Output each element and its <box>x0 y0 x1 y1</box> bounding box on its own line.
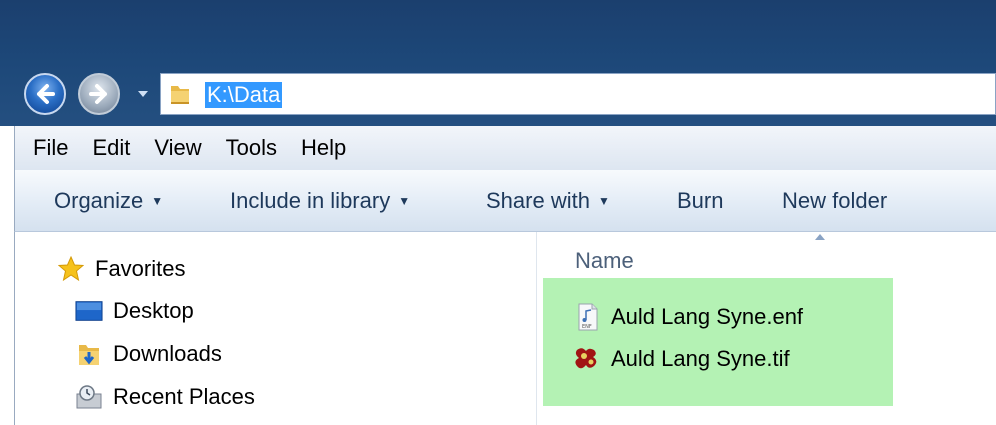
file-list: ENF Auld Lang Syne.enf Auld Lang Syne.ti… <box>543 278 893 406</box>
file-list-pane: Name ENF Auld Lang Syne.enf Auld Lang Sy… <box>537 232 996 425</box>
chevron-down-icon: ▼ <box>597 194 610 208</box>
address-path[interactable]: K:\Data <box>205 82 283 108</box>
include-in-library-label: Include in library <box>230 188 391 213</box>
nav-item-label: Downloads <box>113 341 222 366</box>
new-folder-label: New folder <box>782 188 888 213</box>
chevron-down-icon: ▼ <box>398 194 411 208</box>
burn-button[interactable]: Burn <box>677 188 723 214</box>
nav-item-recent-places[interactable]: Recent Places <box>75 384 255 410</box>
menu-view[interactable]: View <box>154 135 201 161</box>
image-file-icon <box>573 344 603 374</box>
file-item-tif[interactable]: Auld Lang Syne.tif <box>573 344 790 374</box>
menu-tools[interactable]: Tools <box>226 135 277 161</box>
new-folder-button[interactable]: New folder <box>782 188 887 214</box>
menu-edit[interactable]: Edit <box>92 135 130 161</box>
nav-item-downloads[interactable]: Downloads <box>75 341 222 367</box>
file-item-enf[interactable]: ENF Auld Lang Syne.enf <box>573 302 803 332</box>
address-bar[interactable]: K:\Data <box>160 73 996 115</box>
back-button[interactable] <box>24 73 66 115</box>
nav-item-desktop[interactable]: Desktop <box>75 298 194 324</box>
recent-places-icon <box>75 384 103 410</box>
organize-label: Organize <box>54 188 144 213</box>
window-title-bar: K:\Data <box>0 0 996 126</box>
command-bar: Organize ▼ Include in library ▼ Share wi… <box>14 170 996 232</box>
menu-help[interactable]: Help <box>301 135 346 161</box>
forward-arrow-icon <box>89 84 107 104</box>
organize-button[interactable]: Organize ▼ <box>54 188 163 214</box>
share-with-button[interactable]: Share with ▼ <box>486 188 610 214</box>
sort-ascending-icon <box>815 234 825 240</box>
menu-file[interactable]: File <box>33 135 68 161</box>
chevron-down-icon: ▼ <box>151 194 164 208</box>
share-with-label: Share with <box>486 188 590 213</box>
desktop-icon <box>75 298 103 324</box>
svg-text:ENF: ENF <box>582 324 592 330</box>
navigation-pane: Favorites Desktop Downloads Recent Place… <box>14 232 537 425</box>
nav-item-label: Desktop <box>113 298 194 323</box>
nav-item-favorites[interactable]: Favorites <box>57 256 185 282</box>
downloads-folder-icon <box>75 341 103 367</box>
include-in-library-button[interactable]: Include in library ▼ <box>230 188 410 214</box>
column-header-name[interactable]: Name <box>575 248 634 274</box>
file-name: Auld Lang Syne.enf <box>611 304 804 329</box>
menu-bar: File Edit View Tools Help <box>14 126 996 170</box>
nav-item-label: Favorites <box>95 256 186 281</box>
folder-icon <box>171 86 189 104</box>
burn-label: Burn <box>677 188 724 213</box>
recent-pages-dropdown-icon <box>138 91 148 97</box>
recent-pages-dropdown[interactable] <box>134 84 152 104</box>
file-name: Auld Lang Syne.tif <box>611 346 790 371</box>
back-arrow-icon <box>37 84 55 104</box>
audio-file-icon: ENF <box>573 302 603 332</box>
star-icon <box>57 256 85 282</box>
nav-item-label: Recent Places <box>113 384 255 409</box>
forward-button[interactable] <box>78 73 120 115</box>
